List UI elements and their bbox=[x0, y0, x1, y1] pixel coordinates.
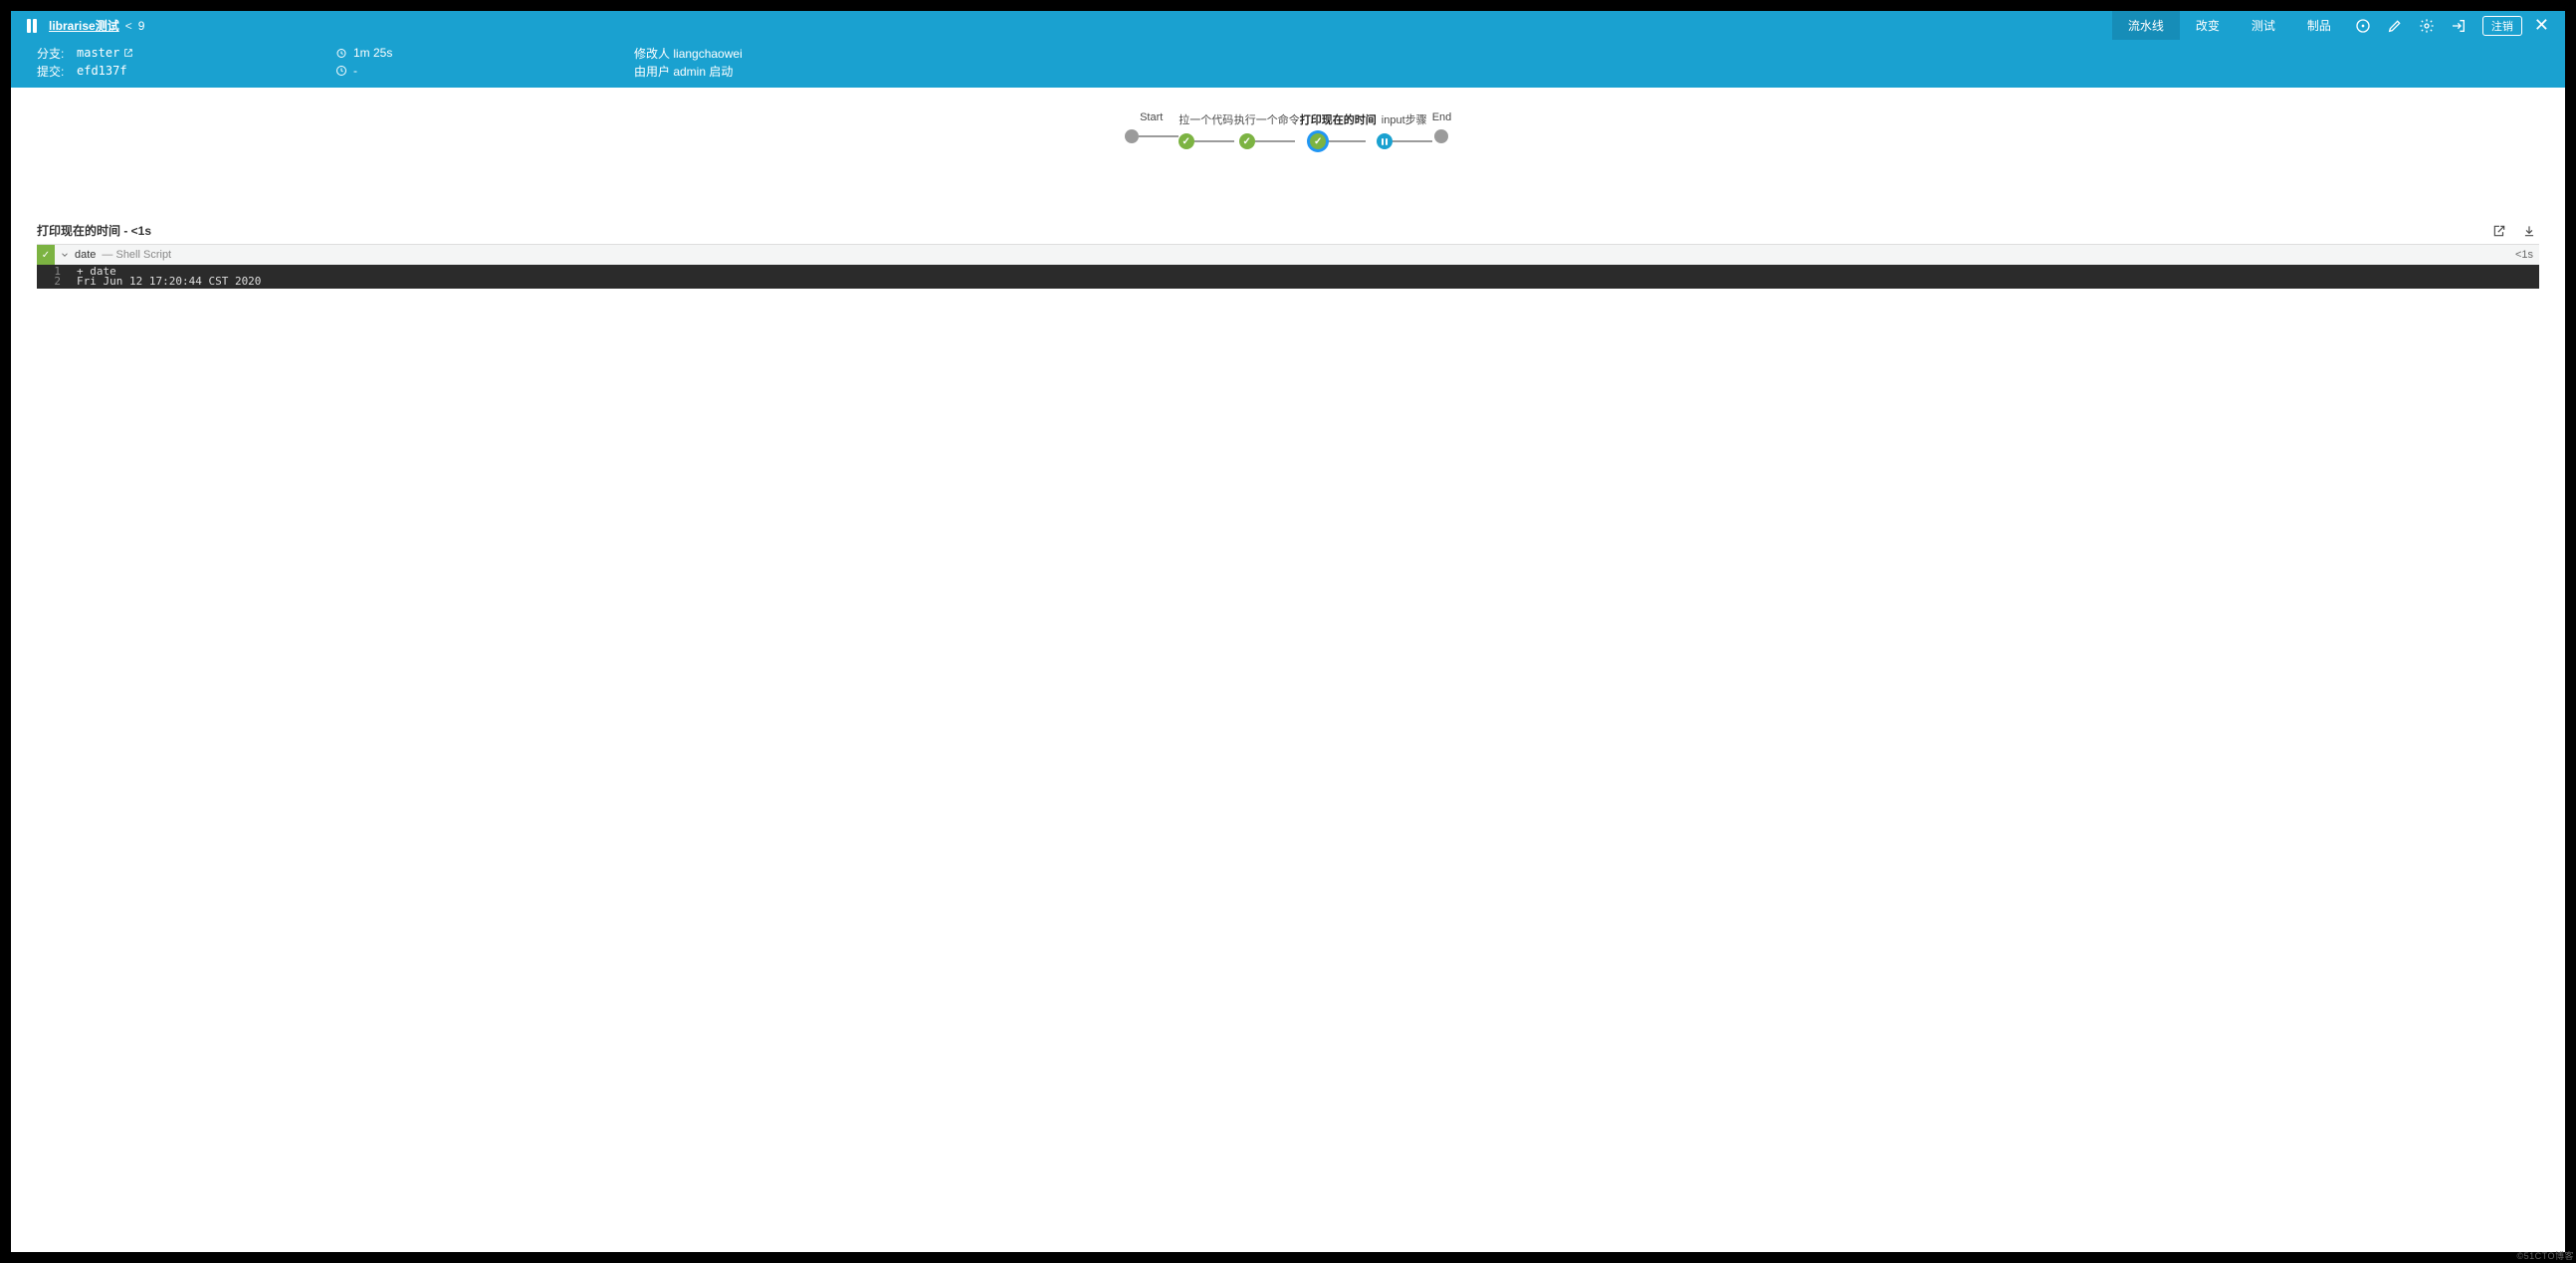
tab-label: 制品 bbox=[2307, 17, 2331, 34]
console-line: 1 + date bbox=[37, 267, 2539, 277]
app-frame: librarise测试 < 9 流水线 改变 测试 制品 注销 ✕ 分支: ma… bbox=[11, 11, 2565, 1252]
check-icon: ✓ bbox=[37, 245, 55, 265]
step-section-header: 打印现在的时间 - <1s bbox=[37, 217, 2539, 245]
console-line: 2 Fri Jun 12 17:20:44 CST 2020 bbox=[37, 277, 2539, 287]
changed-by-value: liangchaowei bbox=[673, 47, 742, 61]
pause-icon bbox=[23, 18, 41, 34]
tab-pipeline[interactable]: 流水线 bbox=[2112, 11, 2180, 40]
branch-label: 分支: bbox=[37, 45, 77, 62]
close-icon[interactable]: ✕ bbox=[2530, 15, 2553, 36]
edge bbox=[1326, 140, 1366, 142]
gear-icon[interactable] bbox=[2415, 14, 2439, 38]
changed-by: 修改人 liangchaowei bbox=[634, 45, 743, 62]
started-by: 由用户 admin 启动 bbox=[634, 63, 733, 80]
chevron-down-icon[interactable] bbox=[55, 250, 75, 260]
edge bbox=[1194, 140, 1234, 142]
stage-label-input: input步骤 bbox=[1382, 111, 1427, 127]
stage-node-end[interactable] bbox=[1434, 129, 1448, 143]
tab-label: 测试 bbox=[2252, 17, 2275, 34]
steps-panel: 打印现在的时间 - <1s ✓ date — Shell Script <1s … bbox=[11, 217, 2565, 289]
changed-value: - bbox=[353, 64, 357, 78]
stage-node-start[interactable] bbox=[1125, 129, 1139, 143]
tab-changes[interactable]: 改变 bbox=[2180, 11, 2236, 40]
step-name: date bbox=[75, 249, 96, 261]
logout-button[interactable]: 注销 bbox=[2482, 16, 2522, 36]
tab-artifacts[interactable]: 制品 bbox=[2291, 11, 2347, 40]
logout-label: 注销 bbox=[2491, 21, 2513, 33]
edge bbox=[1393, 140, 1432, 142]
step-duration: <1s bbox=[2515, 249, 2539, 261]
stage-node-print[interactable] bbox=[1310, 133, 1326, 149]
stage-node-exec[interactable] bbox=[1239, 133, 1255, 149]
console-output: 1 + date 2 Fri Jun 12 17:20:44 CST 2020 bbox=[37, 265, 2539, 289]
edit-icon[interactable] bbox=[2383, 14, 2407, 38]
download-icon[interactable] bbox=[2519, 221, 2539, 241]
pipeline-graph: Start 拉一个代码 执行一个命令 bbox=[11, 88, 2565, 217]
line-number: 2 bbox=[37, 277, 77, 287]
tab-tests[interactable]: 测试 bbox=[2236, 11, 2291, 40]
stage-label-exec: 执行一个命令 bbox=[1234, 111, 1300, 127]
pipeline-title[interactable]: librarise测试 bbox=[49, 17, 119, 34]
tab-label: 改变 bbox=[2196, 17, 2220, 34]
commit-label: 提交: bbox=[37, 63, 77, 80]
run-info: 分支: master 1m 25s 修改人 liangchaowei 提交: e… bbox=[11, 40, 2565, 88]
commit-value[interactable]: efd137f bbox=[77, 64, 335, 78]
line-text: Fri Jun 12 17:20:44 CST 2020 bbox=[77, 277, 261, 287]
stage-label-pull: 拉一个代码 bbox=[1179, 111, 1233, 127]
header-tabs: 流水线 改变 测试 制品 bbox=[2112, 11, 2347, 40]
step-section-title: 打印现在的时间 - <1s bbox=[37, 222, 151, 239]
branch-value[interactable]: master bbox=[77, 46, 335, 60]
stage-label-end: End bbox=[1432, 111, 1452, 123]
watermark: ©51CTO博客 bbox=[2517, 1249, 2574, 1262]
stage-node-input[interactable] bbox=[1377, 133, 1393, 149]
step-description: — Shell Script bbox=[102, 249, 171, 261]
step-row[interactable]: ✓ date — Shell Script <1s bbox=[37, 245, 2539, 265]
edge bbox=[1139, 135, 1179, 137]
branch-text: master bbox=[77, 46, 119, 60]
external-link-icon bbox=[123, 48, 133, 58]
duration: 1m 25s bbox=[335, 46, 634, 60]
top-bar: librarise测试 < 9 流水线 改变 测试 制品 注销 ✕ bbox=[11, 11, 2565, 40]
exit-icon[interactable] bbox=[2447, 14, 2470, 38]
run-number: 9 bbox=[138, 19, 145, 33]
clock-icon bbox=[335, 65, 347, 77]
changed-by-label: 修改人 bbox=[634, 47, 670, 61]
stage-node-pull[interactable] bbox=[1179, 133, 1194, 149]
tab-label: 流水线 bbox=[2128, 17, 2164, 34]
rerun-icon[interactable] bbox=[2351, 14, 2375, 38]
open-external-icon[interactable] bbox=[2489, 221, 2509, 241]
stage-label-start: Start bbox=[1140, 111, 1163, 123]
stage-label-print: 打印现在的时间 bbox=[1300, 111, 1377, 127]
edge bbox=[1255, 140, 1295, 142]
chevron-left-icon: < bbox=[125, 19, 132, 33]
changed-time: - bbox=[335, 64, 634, 78]
stopwatch-icon bbox=[335, 47, 347, 59]
duration-value: 1m 25s bbox=[353, 46, 392, 60]
